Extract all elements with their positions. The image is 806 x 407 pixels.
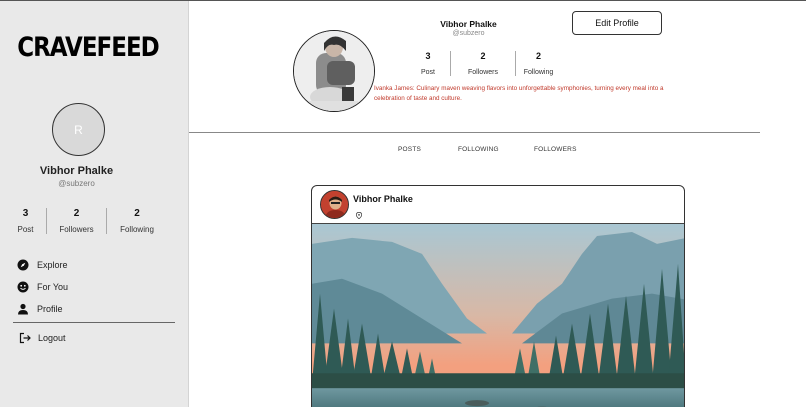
profile-handle: @subzero: [452, 30, 485, 37]
stat-label: Followers: [59, 225, 94, 234]
sidebar-stats: 3 Post 2 Followers 2 Following: [5, 208, 167, 234]
sidebar-item-label: For You: [37, 282, 69, 292]
tab-following[interactable]: FOLLOWING: [458, 146, 499, 153]
sidebar-stat-posts[interactable]: 3 Post: [5, 208, 47, 234]
sidebar-item-for-you[interactable]: For You: [17, 276, 68, 298]
sidebar-user-handle: @subzero: [58, 179, 95, 188]
compass-icon: [17, 259, 29, 271]
sidebar-item-profile[interactable]: Profile: [17, 298, 68, 320]
post-author-name[interactable]: Vibhor Phalke: [353, 194, 413, 204]
post-author-photo: [321, 191, 348, 218]
smiley-icon: [17, 281, 29, 293]
post-author-avatar[interactable]: [320, 190, 349, 219]
profile-bio: Ivanka James: Culinary maven weaving fla…: [374, 85, 664, 102]
sidebar-nav: Explore For You Profile: [17, 254, 68, 320]
sidebar: CRAVEFEED R Vibhor Phalke @subzero 3 Pos…: [0, 1, 189, 407]
logout-icon: [19, 332, 31, 344]
stat-count: 3: [425, 51, 431, 61]
tab-followers[interactable]: FOLLOWERS: [534, 146, 577, 153]
profile-avatar[interactable]: [293, 30, 375, 112]
logout-button[interactable]: Logout: [19, 332, 66, 344]
header-divider: [189, 132, 760, 133]
profile-name: Vibhor Phalke: [440, 19, 497, 29]
sidebar-user-name: Vibhor Phalke: [39, 165, 114, 177]
profile-photo: [294, 31, 374, 111]
profile-stat-following[interactable]: 2 Following: [516, 51, 561, 76]
stat-label: Post: [17, 225, 34, 234]
stat-label: Post: [420, 69, 435, 76]
location-pin-icon: [355, 206, 363, 220]
tab-posts[interactable]: POSTS: [398, 146, 421, 153]
logout-label: Logout: [38, 333, 66, 343]
stat-label: Followers: [468, 69, 498, 76]
stat-label: Following: [523, 69, 554, 76]
sidebar-divider: [13, 322, 175, 323]
stat-count: 2: [134, 208, 140, 219]
profile-stat-posts[interactable]: 3 Post: [406, 51, 451, 76]
post-image[interactable]: [312, 223, 685, 407]
stat-count: 2: [73, 208, 80, 219]
profile-stat-followers[interactable]: 2 Followers: [451, 51, 516, 76]
stat-count: 2: [535, 51, 541, 61]
brand-logo[interactable]: CRAVEFEED: [0, 33, 176, 63]
profile-stats: 3 Post 2 Followers 2 Following: [406, 51, 561, 76]
avatar-letter: R: [74, 122, 83, 137]
sidebar-item-label: Profile: [37, 304, 63, 314]
sidebar-item-label: Explore: [37, 260, 68, 270]
stat-count: 3: [22, 208, 29, 219]
stat-label: Following: [120, 225, 154, 234]
person-icon: [17, 303, 29, 315]
sidebar-stat-following[interactable]: 2 Following: [107, 208, 167, 234]
sidebar-item-explore[interactable]: Explore: [17, 254, 68, 276]
sidebar-avatar[interactable]: R: [52, 103, 105, 156]
stat-count: 2: [480, 51, 486, 61]
edit-profile-button[interactable]: Edit Profile: [572, 11, 662, 35]
post-card[interactable]: Vibhor Phalke: [311, 185, 685, 407]
sidebar-stat-followers[interactable]: 2 Followers: [47, 208, 107, 234]
